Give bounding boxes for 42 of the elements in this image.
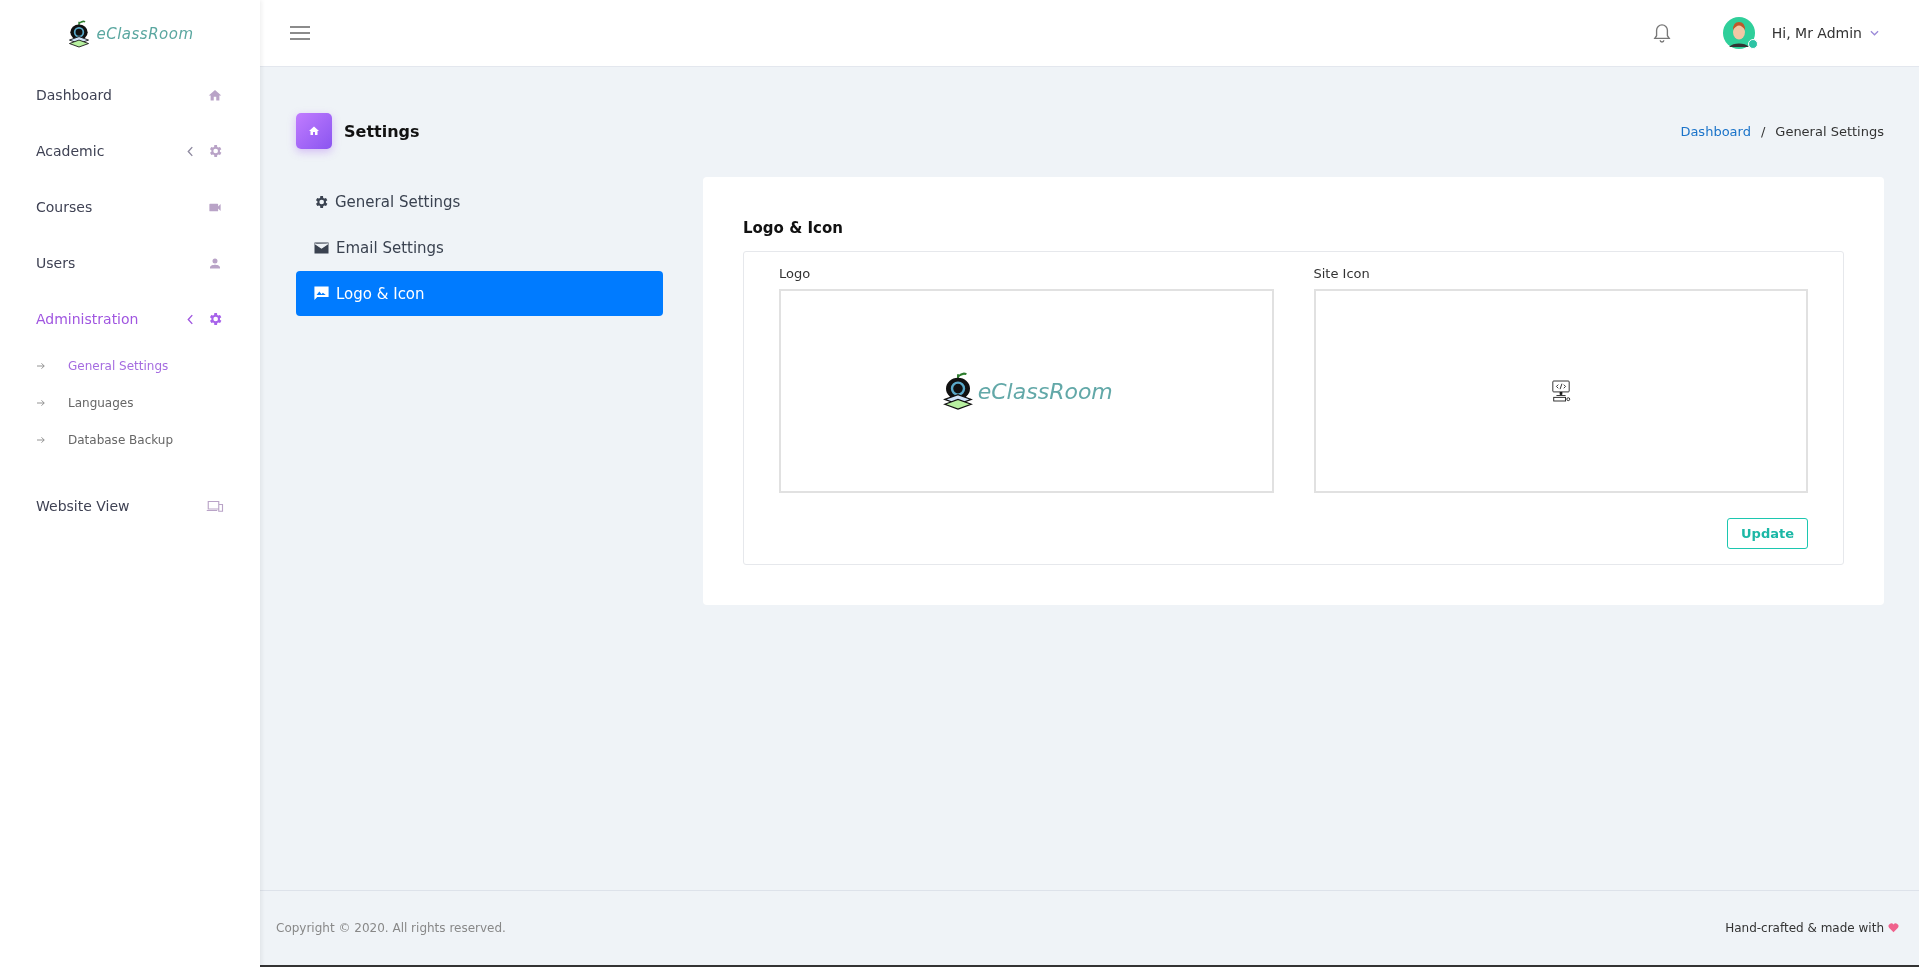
image-message-icon: [313, 285, 330, 302]
sidebar-item[interactable]: Administration: [0, 291, 260, 347]
computer-code-icon: [1550, 380, 1571, 402]
page-title: Settings: [344, 121, 420, 141]
logo-text: eClassRoom: [977, 378, 1113, 404]
arrow-right-icon: [37, 435, 46, 444]
sidebar-item[interactable]: Users: [0, 235, 260, 291]
breadcrumb-text: /: [1760, 123, 1766, 139]
chevron-down-icon[interactable]: [1870, 30, 1879, 36]
sidebar-item[interactable]: Courses: [0, 179, 260, 235]
logo-text: eClassRoom: [96, 24, 194, 43]
online-status-icon: [1747, 39, 1758, 49]
sidebar-item[interactable]: Dashboard: [0, 67, 260, 123]
settings-tab[interactable]: Logo & Icon: [296, 271, 663, 316]
settings-tab[interactable]: Email Settings: [296, 225, 663, 270]
heart-icon: [1888, 923, 1899, 933]
envelope-icon: [313, 240, 330, 255]
arrow-right-icon: [37, 398, 46, 407]
submenu-item[interactable]: General Settings: [0, 347, 260, 384]
field-label: Site Icon: [1313, 266, 1371, 281]
field-label: Logo: [779, 266, 812, 281]
menu-icon[interactable]: [290, 26, 310, 40]
settings-tab[interactable]: General Settings: [296, 179, 663, 224]
avatar[interactable]: [1722, 17, 1755, 49]
submenu-item[interactable]: Languages: [0, 384, 260, 421]
sidebar-item[interactable]: Website View: [0, 478, 260, 534]
submenu-item[interactable]: Database Backup: [0, 421, 260, 458]
gear-icon: [313, 193, 329, 210]
sidebar-item[interactable]: Academic: [0, 123, 260, 179]
breadcrumb-text: General Settings: [1775, 123, 1884, 139]
bell-icon[interactable]: [1652, 23, 1671, 43]
credit-text: Hand-crafted & made with: [1725, 921, 1884, 935]
arrow-right-icon: [37, 361, 46, 370]
devices-icon: [206, 499, 224, 513]
chevron-left-icon: [187, 145, 194, 157]
home-icon: [206, 87, 224, 103]
user-greeting[interactable]: Hi, Mr Admin: [1771, 25, 1862, 41]
chevron-left-icon: [187, 313, 194, 325]
card-title: Logo & Icon: [743, 219, 844, 237]
copyright-text: Copyright © 2020. All rights reserved.: [276, 921, 506, 935]
home-badge-icon: [296, 113, 332, 149]
breadcrumb-link[interactable]: Dashboard: [1680, 123, 1751, 139]
